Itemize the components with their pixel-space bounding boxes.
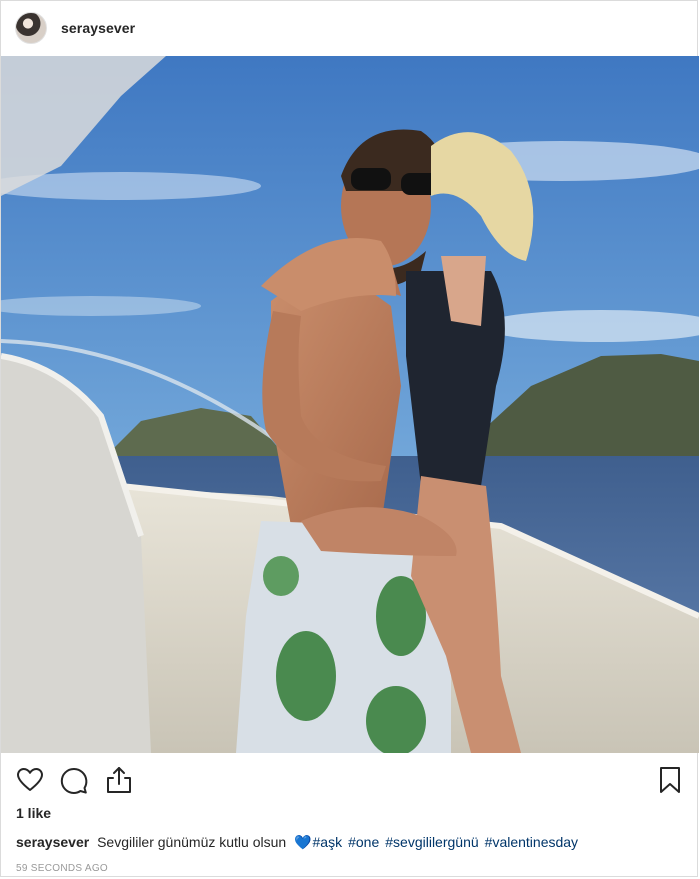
caption-text: Sevgililer günümüz kutlu olsun bbox=[97, 834, 287, 850]
caption-username[interactable]: seraysever bbox=[16, 834, 89, 850]
hashtag-link[interactable]: #sevgililergünü bbox=[385, 834, 478, 850]
instagram-post: seraysever 1 like seraysever Sevgililer … bbox=[0, 0, 699, 877]
hashtag-link[interactable]: #aşk bbox=[313, 834, 343, 850]
post-username[interactable]: seraysever bbox=[61, 20, 135, 36]
post-caption: seraysever Sevgililer günümüz kutlu olsu… bbox=[16, 834, 686, 851]
post-photo[interactable] bbox=[1, 56, 699, 753]
post-timestamp[interactable]: 59 SECONDS AGO bbox=[16, 863, 108, 874]
hashtag-link[interactable]: #one bbox=[348, 834, 379, 850]
share-arrow-icon[interactable] bbox=[104, 765, 134, 795]
action-bar bbox=[1, 757, 697, 803]
photo-illustration bbox=[1, 56, 699, 753]
heart-outline-icon[interactable] bbox=[15, 765, 45, 795]
likes-count[interactable]: 1 like bbox=[16, 805, 51, 821]
profile-avatar[interactable] bbox=[15, 12, 47, 44]
comment-bubble-icon[interactable] bbox=[59, 765, 89, 795]
hashtag-link[interactable]: #valentinesday bbox=[485, 834, 578, 850]
blue-heart-emoji: 💙 bbox=[294, 834, 312, 850]
post-header: seraysever bbox=[1, 1, 697, 55]
bookmark-icon[interactable] bbox=[655, 765, 685, 795]
